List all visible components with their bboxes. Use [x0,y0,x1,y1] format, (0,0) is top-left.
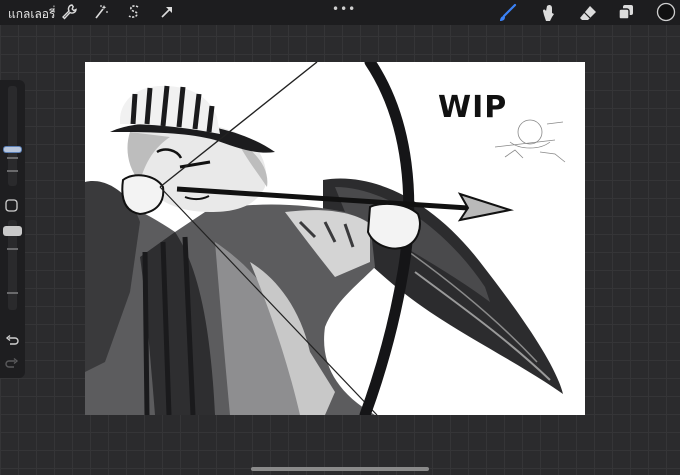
drawing-canvas[interactable] [85,56,585,421]
wrench-icon[interactable] [60,3,78,21]
gallery-button[interactable]: แกลเลอรี่ [8,5,55,24]
slider-tick [7,170,18,172]
undo-icon[interactable] [5,333,19,347]
slider-tick [7,157,18,159]
reference-sketch [494,119,566,163]
selection-icon[interactable] [125,3,143,21]
slider-tick [7,292,18,294]
home-indicator [251,467,429,471]
wip-text: WIP [438,90,508,125]
top-toolbar: แกลเลอรี่ ••• [0,0,680,25]
slider-tick [7,248,18,250]
left-sidebar [0,80,25,378]
artwork-illustration [85,56,566,421]
redo-icon[interactable] [5,356,19,370]
color-circle-icon[interactable] [656,2,676,22]
transform-arrow-icon[interactable] [158,3,176,21]
eraser-icon[interactable] [578,3,596,21]
more-options-dots[interactable]: ••• [332,2,356,16]
layers-icon[interactable] [617,3,635,21]
modify-square-icon[interactable] [5,197,18,212]
smudge-icon[interactable] [538,3,556,21]
brush-icon[interactable] [498,3,517,21]
magic-wand-icon[interactable] [92,3,110,21]
brush-size-slider-handle[interactable] [4,147,21,152]
opacity-slider-handle[interactable] [3,226,22,236]
